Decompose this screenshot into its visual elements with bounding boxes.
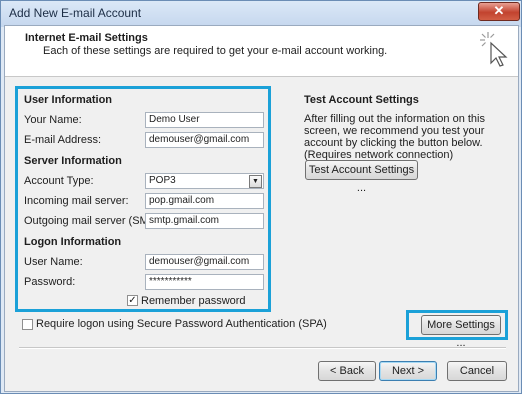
test-account-settings-button[interactable]: Test Account Settings ...	[305, 160, 418, 194]
header-subtitle: Each of these settings are required to g…	[43, 45, 388, 57]
next-button[interactable]: Next >	[379, 361, 437, 381]
title-bar[interactable]: Add New E-mail Account ✕	[1, 1, 521, 27]
cancel-button[interactable]: Cancel	[447, 361, 507, 381]
footer-divider	[19, 347, 506, 349]
more-settings-highlight	[406, 310, 508, 340]
dialog-window: Add New E-mail Account ✕ Internet E-mail…	[0, 0, 522, 394]
dialog-header: Internet E-mail Settings Each of these s…	[5, 26, 518, 77]
spa-label[interactable]: Require logon using Secure Password Auth…	[36, 318, 327, 330]
test-description: After filling out the information on thi…	[304, 113, 485, 161]
back-button[interactable]: < Back	[318, 361, 376, 381]
account-fields-highlight	[15, 86, 271, 312]
test-heading: Test Account Settings	[304, 94, 419, 106]
cursor-sparkle-icon	[480, 32, 508, 67]
window-title: Add New E-mail Account	[9, 6, 142, 20]
dialog-client: Internet E-mail Settings Each of these s…	[4, 25, 519, 392]
header-title: Internet E-mail Settings	[25, 32, 148, 44]
close-button[interactable]: ✕	[478, 2, 520, 21]
spa-checkbox[interactable]	[22, 319, 33, 330]
